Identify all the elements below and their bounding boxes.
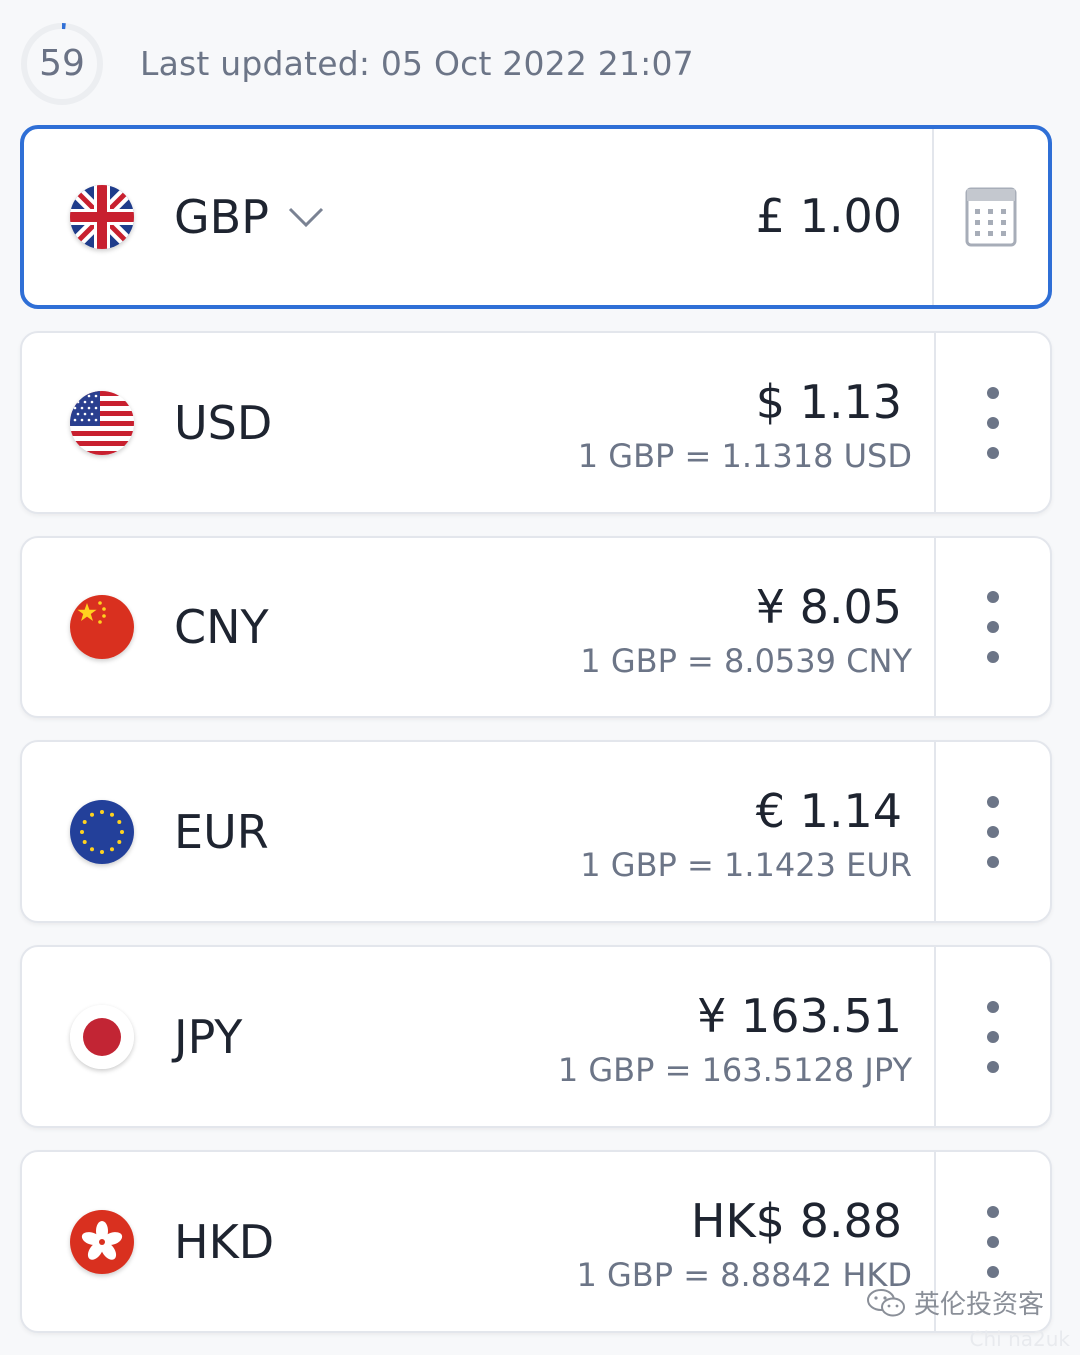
converted-amount[interactable]: ¥ 163.51	[697, 989, 902, 1043]
more-options-button[interactable]	[936, 742, 1050, 921]
currency-code: JPY	[174, 1009, 243, 1064]
last-updated-text: Last updated: 05 Oct 2022 21:07	[140, 44, 694, 83]
exchange-rate: 1 GBP = 8.8842 HKD	[576, 1256, 912, 1294]
more-vertical-icon	[987, 386, 999, 459]
currency-code: CNY	[174, 600, 269, 654]
japan-flag-icon	[70, 1004, 134, 1069]
countdown-value: 59	[39, 43, 85, 84]
hong-kong-flag-icon	[70, 1209, 134, 1274]
watermark-subtext: Chi na2uk	[969, 1327, 1070, 1351]
base-amount-input[interactable]: £ 1.00	[756, 189, 902, 243]
currency-row-cny[interactable]: CNY ¥ 8.05 1 GBP = 8.0539 CNY	[20, 536, 1052, 718]
converted-amount[interactable]: $ 1.13	[756, 375, 902, 429]
exchange-rate: 1 GBP = 1.1318 USD	[577, 437, 912, 475]
base-currency-code[interactable]: GBP	[174, 190, 269, 244]
converted-amount[interactable]: € 1.14	[756, 784, 902, 838]
currency-code: USD	[174, 395, 273, 450]
currency-code: HKD	[174, 1214, 275, 1269]
exchange-rate: 1 GBP = 1.1423 EUR	[580, 846, 912, 884]
more-vertical-icon	[987, 795, 999, 868]
exchange-rate: 1 GBP = 163.5128 JPY	[557, 1051, 912, 1089]
us-flag-icon	[70, 390, 134, 455]
exchange-rate: 1 GBP = 8.0539 CNY	[580, 642, 912, 680]
currency-row-eur[interactable]: EUR € 1.14 1 GBP = 1.1423 EUR	[20, 740, 1052, 923]
base-currency-card[interactable]: GBP £ 1.00	[20, 125, 1052, 309]
eu-flag-icon	[70, 799, 134, 864]
currency-row-usd[interactable]: USD $ 1.13 1 GBP = 1.1318 USD	[20, 331, 1052, 514]
currency-row-jpy[interactable]: JPY ¥ 163.51 1 GBP = 163.5128 JPY	[20, 945, 1052, 1128]
calculator-icon	[965, 187, 1017, 251]
header: 59 Last updated: 05 Oct 2022 21:07	[0, 0, 1080, 120]
converted-amount[interactable]: ¥ 8.05	[756, 580, 902, 634]
more-options-button[interactable]	[936, 538, 1050, 716]
more-vertical-icon	[987, 1205, 999, 1278]
refresh-countdown[interactable]: 59	[20, 22, 104, 106]
currency-converter-page: 59 Last updated: 05 Oct 2022 21:07 GBP £…	[0, 0, 1080, 1355]
currency-code: EUR	[174, 804, 269, 859]
watermark: 英伦投资客	[866, 1284, 1044, 1321]
more-vertical-icon	[987, 1000, 999, 1073]
converted-amount[interactable]: HK$ 8.88	[691, 1194, 902, 1248]
more-options-button[interactable]	[936, 947, 1050, 1126]
chevron-down-icon[interactable]	[286, 203, 326, 235]
watermark-text: 英伦投资客	[913, 1290, 1044, 1320]
china-flag-icon	[70, 595, 134, 659]
wechat-icon	[866, 1288, 905, 1316]
calculator-button[interactable]	[934, 129, 1048, 305]
more-options-button[interactable]	[936, 333, 1050, 512]
uk-flag-icon	[70, 185, 134, 249]
more-vertical-icon	[987, 591, 999, 663]
